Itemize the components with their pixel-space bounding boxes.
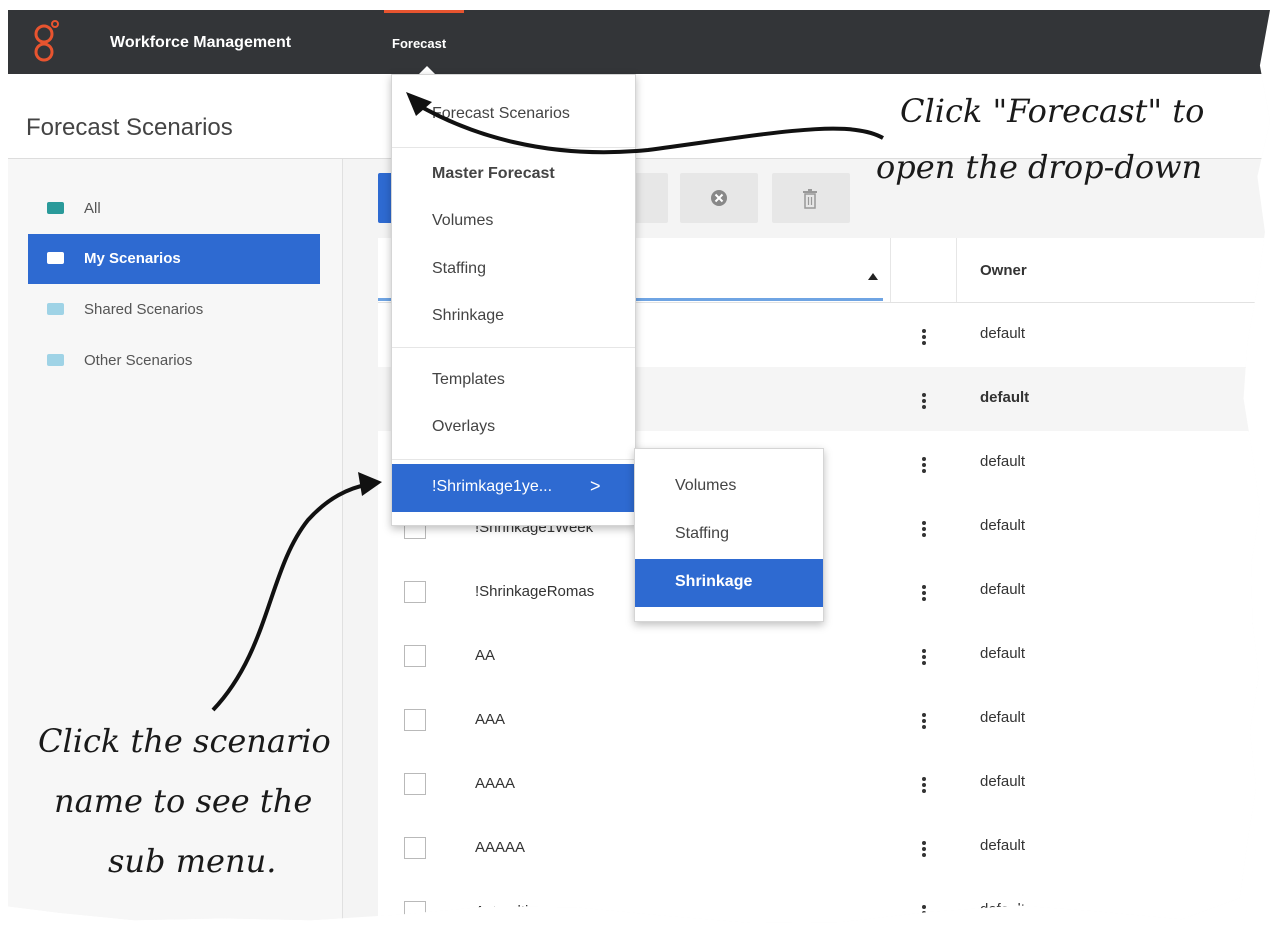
app-window: Workforce Management Forecast Forecast S… [8, 10, 1270, 923]
arrowhead-scenario [358, 472, 382, 496]
arrow-to-scenario-item [211, 482, 371, 712]
arrow-to-forecast-menu [411, 100, 884, 155]
annotation-arrows [211, 92, 884, 712]
